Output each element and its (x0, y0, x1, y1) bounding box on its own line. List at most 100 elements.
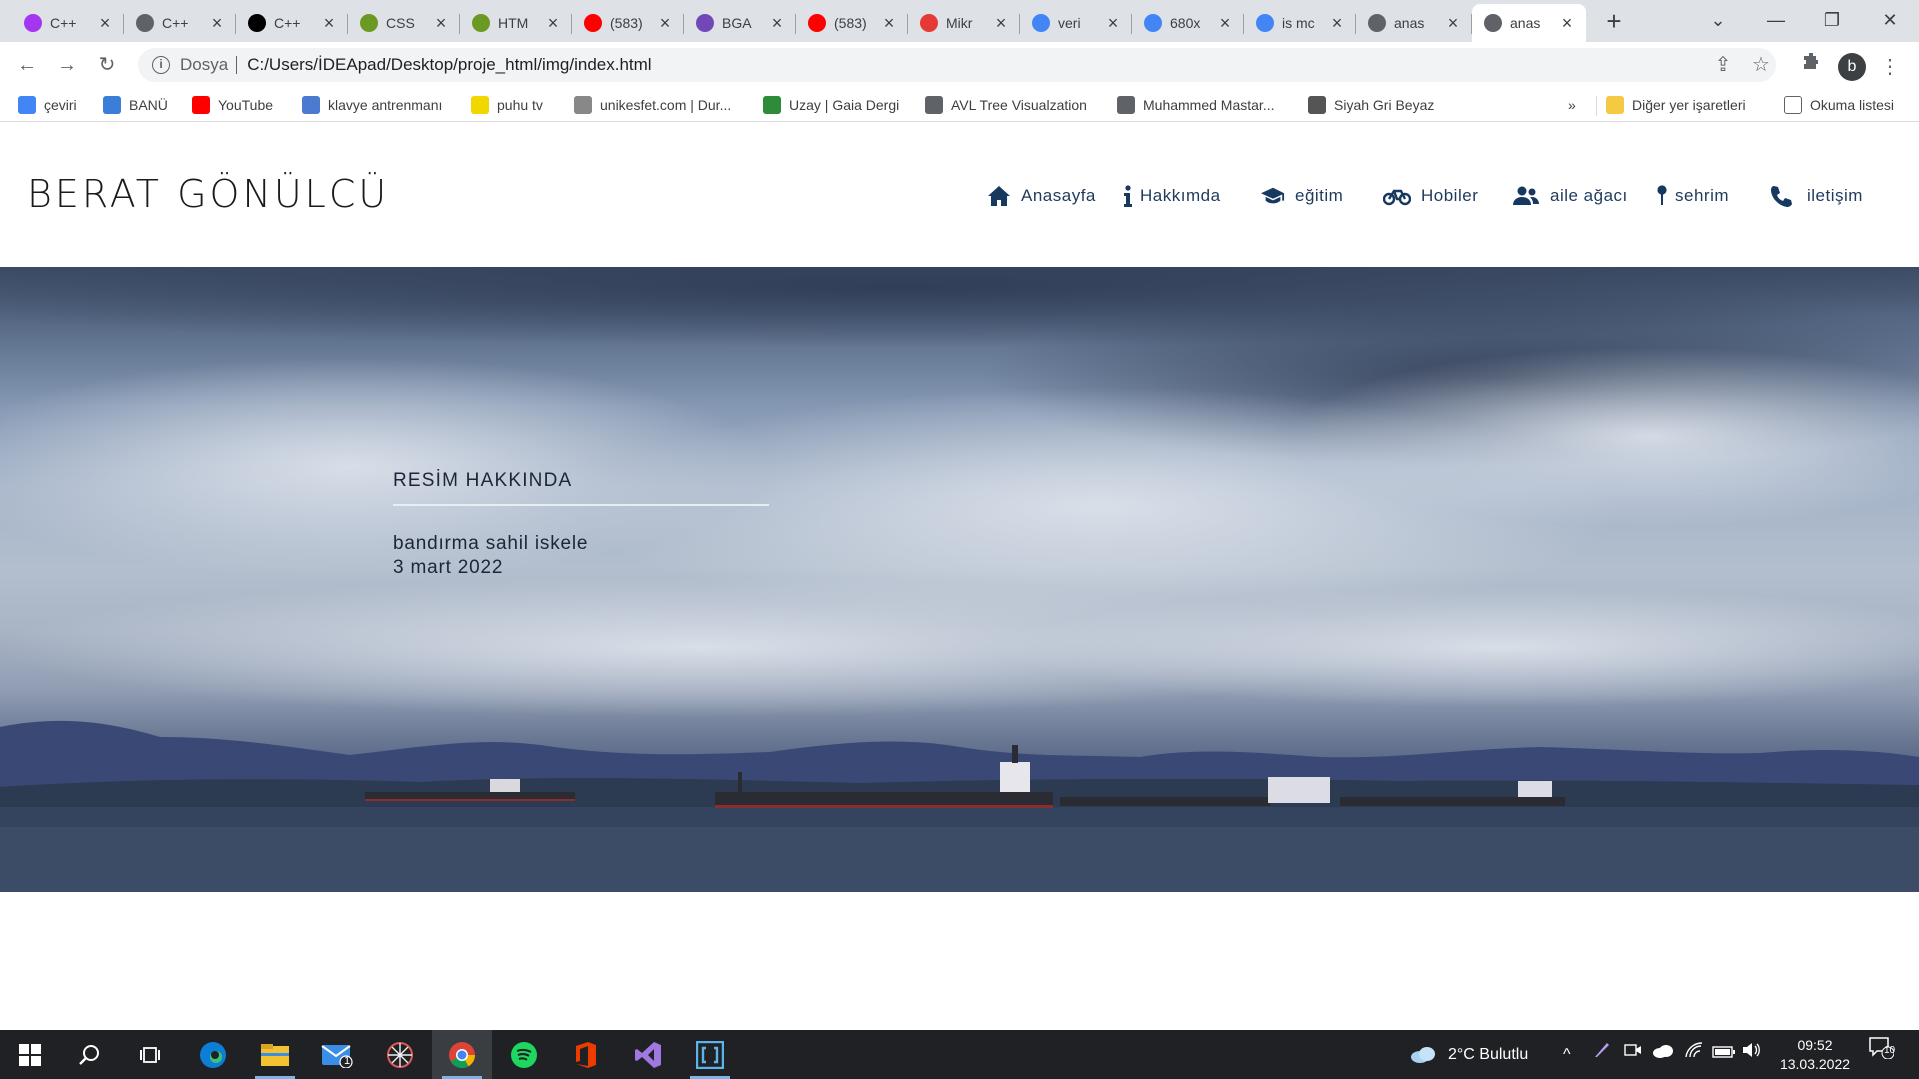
menu-kebab-icon[interactable]: ⋮ (1880, 52, 1900, 82)
volume-icon[interactable] (1742, 1030, 1762, 1079)
site-header: BERAT GÖNÜLCÜ Anasayfa Hakkımda eğitim H… (0, 122, 1919, 267)
browser-tab[interactable]: Mikr × (908, 4, 1020, 42)
visual-studio-icon[interactable] (618, 1030, 678, 1079)
profile-avatar[interactable]: b (1838, 53, 1866, 81)
browser-tab[interactable]: veri × (1020, 4, 1132, 42)
mail-icon[interactable]: 1 (307, 1030, 367, 1079)
bookmarks-overflow-button[interactable]: » (1568, 92, 1576, 118)
site-logo[interactable]: BERAT GÖNÜLCÜ (27, 172, 389, 216)
camera-icon[interactable] (1624, 1030, 1642, 1079)
close-window-button[interactable]: ✕ (1862, 0, 1918, 42)
bookmark-item[interactable]: çeviri (18, 92, 77, 118)
bookmark-item[interactable]: Siyah Gri Beyaz (1308, 92, 1434, 118)
tab-close-icon[interactable]: × (432, 13, 450, 34)
notification-count: 10 (1884, 1045, 1896, 1056)
file-explorer-icon[interactable] (245, 1030, 305, 1079)
reload-button[interactable]: ↻ (92, 50, 122, 80)
spotify-icon[interactable] (494, 1030, 554, 1079)
tab-close-icon[interactable]: × (1104, 13, 1122, 34)
google-icon (1032, 14, 1050, 32)
tab-close-icon[interactable]: × (880, 13, 898, 34)
map-pin-icon (1655, 185, 1669, 207)
tray-overflow-icon[interactable]: ^ (1563, 1030, 1571, 1079)
nav-label: Anasayfa (1021, 186, 1096, 205)
tab-close-icon[interactable]: × (1216, 13, 1234, 34)
tab-search-button[interactable]: ⌄ (1690, 0, 1746, 42)
tab-close-icon[interactable]: × (1328, 13, 1346, 34)
tab-close-icon[interactable]: × (768, 13, 786, 34)
tab-close-icon[interactable]: × (1558, 13, 1576, 34)
browser-tab[interactable]: C++ × (12, 4, 124, 42)
tab-close-icon[interactable]: × (96, 13, 114, 34)
site-info-icon[interactable]: i (152, 56, 170, 74)
edge-icon[interactable] (183, 1030, 243, 1079)
bookmark-item[interactable]: Uzay | Gaia Dergi (763, 92, 899, 118)
share-icon[interactable]: ⇪ (1708, 48, 1738, 82)
browser-tab[interactable]: CSS × (348, 4, 460, 42)
bookmark-label: puhu tv (497, 97, 543, 113)
bookmark-item[interactable]: klavye antrenmanı (302, 92, 442, 118)
nav-iletisim[interactable]: iletişim (1769, 185, 1863, 207)
notification-center-icon[interactable]: 10 (1868, 1030, 1896, 1079)
back-button[interactable]: ← (12, 50, 42, 80)
bookmark-item[interactable]: YouTube (192, 92, 273, 118)
weather-widget[interactable]: 2°C Bulutlu (1410, 1030, 1528, 1079)
nav-sehrim[interactable]: sehrim (1655, 185, 1729, 207)
tab-close-icon[interactable]: × (992, 13, 1010, 34)
nav-aile-agaci[interactable]: aile ağacı (1512, 185, 1628, 207)
bookmark-item[interactable]: puhu tv (471, 92, 543, 118)
browser-tab[interactable]: C++ × (124, 4, 236, 42)
browser-tab[interactable]: anas × (1472, 4, 1586, 42)
search-icon[interactable] (60, 1030, 120, 1079)
bookmark-star-icon[interactable]: ☆ (1746, 48, 1776, 82)
onedrive-icon[interactable] (1652, 1030, 1674, 1079)
other-bookmarks-folder[interactable]: Diğer yer işaretleri (1606, 92, 1746, 118)
users-icon (1512, 185, 1540, 207)
pen-icon[interactable] (1593, 1030, 1611, 1079)
tab-close-icon[interactable]: × (656, 13, 674, 34)
browser-tab[interactable]: 680x × (1132, 4, 1244, 42)
windows-start-icon[interactable] (0, 1030, 60, 1079)
bookmark-item[interactable]: unikesfet.com | Dur... (574, 92, 731, 118)
clock-date: 13.03.2022 (1779, 1056, 1851, 1072)
nav-label: iletişim (1807, 186, 1863, 205)
spider-app-icon[interactable] (370, 1030, 430, 1079)
browser-tab[interactable]: is mc × (1244, 4, 1356, 42)
nav-hobiler[interactable]: Hobiler (1383, 185, 1478, 207)
extensions-puzzle-icon[interactable] (1796, 48, 1826, 82)
nav-egitim[interactable]: eğitim (1261, 185, 1343, 207)
folder-icon (1606, 96, 1624, 114)
restore-button[interactable]: ❐ (1804, 0, 1860, 42)
chrome-icon[interactable] (432, 1030, 492, 1079)
bookmark-label: YouTube (218, 97, 274, 113)
new-tab-button[interactable]: + (1598, 6, 1630, 36)
nav-anasayfa[interactable]: Anasayfa (987, 185, 1096, 207)
browser-tab[interactable]: anas × (1356, 4, 1472, 42)
weather-text: 2°C Bulutlu (1448, 1046, 1529, 1063)
bookmark-item[interactable]: BANÜ (103, 92, 168, 118)
system-clock[interactable]: 09:52 13.03.2022 (1770, 1036, 1860, 1074)
browser-tab[interactable]: (583) × (572, 4, 684, 42)
address-bar[interactable]: i Dosya C:/Users/İDEApad/Desktop/proje_h… (138, 48, 1776, 82)
browser-tab[interactable]: C++ × (236, 4, 348, 42)
tab-close-icon[interactable]: × (320, 13, 338, 34)
bookmark-item[interactable]: Muhammed Mastar... (1117, 92, 1275, 118)
tab-close-icon[interactable]: × (544, 13, 562, 34)
bookmark-item[interactable]: AVL Tree Visualzation (925, 92, 1087, 118)
browser-tab[interactable]: BGA × (684, 4, 796, 42)
browser-tab[interactable]: HTM × (460, 4, 572, 42)
reading-list-button[interactable]: Okuma listesi (1784, 92, 1894, 118)
banu-icon (103, 96, 121, 114)
battery-icon[interactable] (1712, 1030, 1736, 1079)
tab-close-icon[interactable]: × (208, 13, 226, 34)
list-icon (696, 14, 714, 32)
office-icon[interactable] (556, 1030, 616, 1079)
browser-tab[interactable]: (583) × (796, 4, 908, 42)
task-view-icon[interactable] (120, 1030, 180, 1079)
forward-button[interactable]: → (52, 50, 82, 80)
bracket-app-icon[interactable] (680, 1030, 740, 1079)
minimize-button[interactable]: — (1748, 0, 1804, 42)
nav-hakkimda[interactable]: Hakkımda (1122, 185, 1221, 207)
wifi-icon[interactable] (1684, 1030, 1704, 1079)
tab-close-icon[interactable]: × (1444, 13, 1462, 34)
